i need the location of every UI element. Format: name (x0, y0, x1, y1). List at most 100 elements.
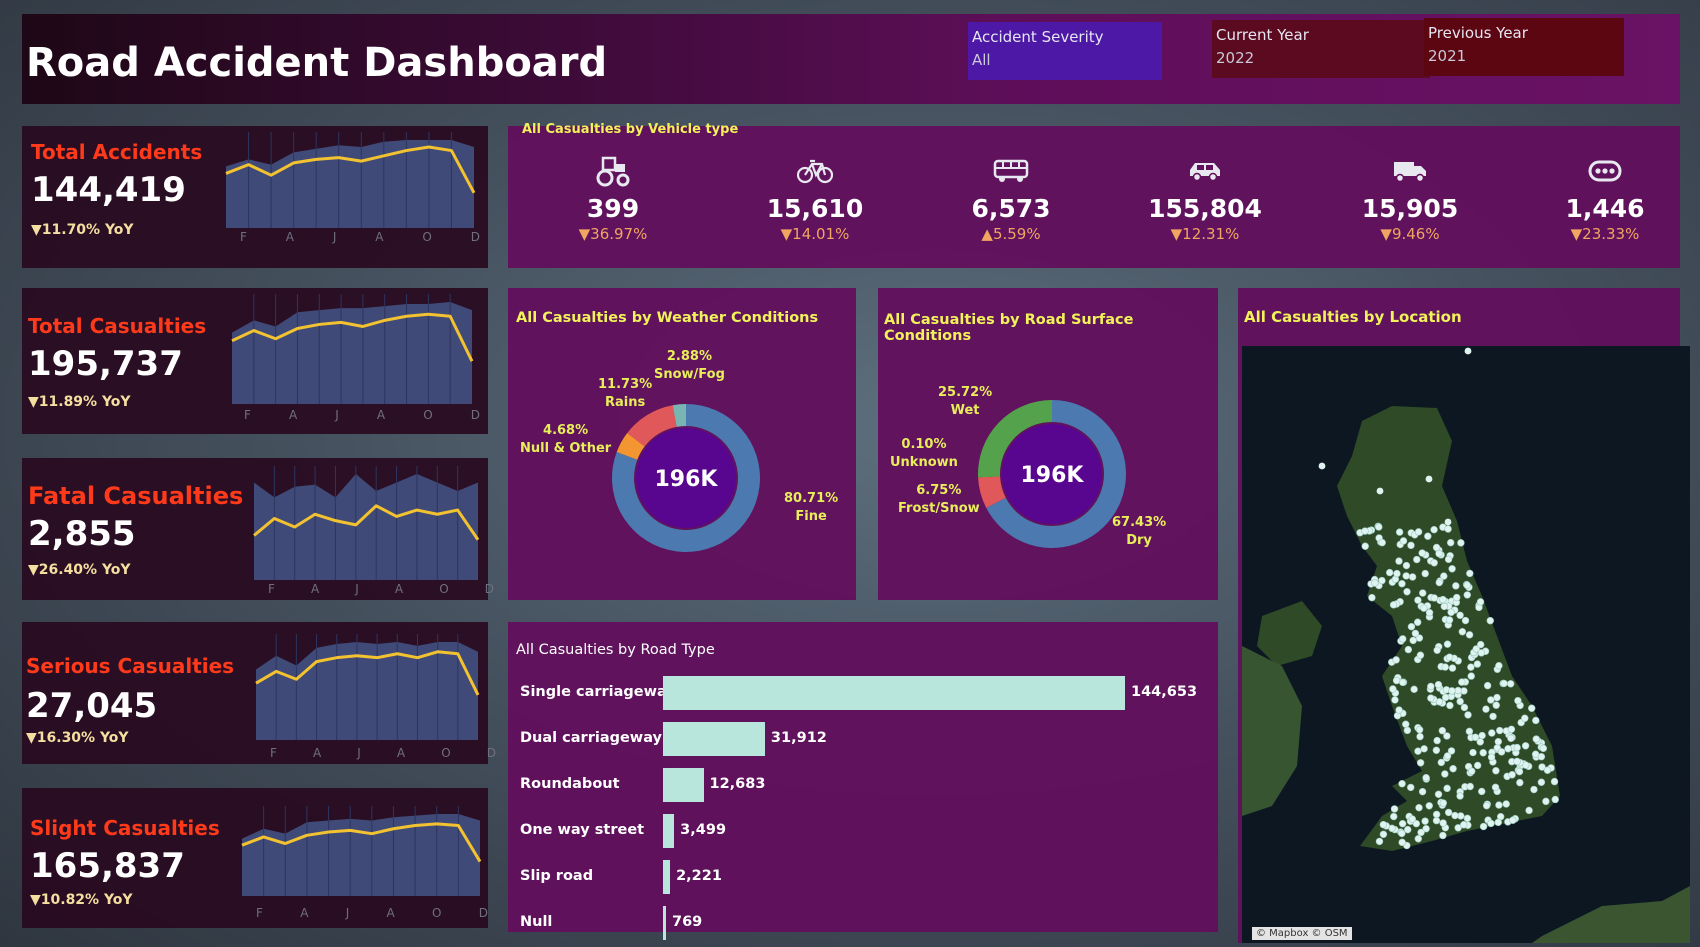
accident-location-point[interactable] (1467, 672, 1475, 680)
accident-location-point[interactable] (1376, 487, 1384, 495)
accident-location-point[interactable] (1448, 687, 1456, 695)
accident-location-point[interactable] (1375, 837, 1384, 846)
accident-location-point[interactable] (1477, 649, 1486, 657)
accident-location-point[interactable] (1482, 705, 1490, 713)
accident-location-point[interactable] (1318, 462, 1326, 470)
accident-location-point[interactable] (1530, 785, 1538, 794)
accident-location-point[interactable] (1457, 539, 1465, 547)
accident-location-point[interactable] (1402, 720, 1410, 728)
accident-location-point[interactable] (1435, 549, 1443, 558)
accident-location-point[interactable] (1482, 801, 1491, 810)
accident-location-point[interactable] (1422, 773, 1430, 782)
accident-location-point[interactable] (1379, 830, 1388, 839)
accident-location-point[interactable] (1416, 651, 1425, 659)
accident-location-point[interactable] (1542, 797, 1550, 806)
accident-location-point[interactable] (1361, 542, 1369, 550)
accident-location-point[interactable] (1398, 678, 1407, 687)
accident-location-point[interactable] (1432, 746, 1441, 754)
accident-location-point[interactable] (1425, 802, 1433, 810)
accident-location-point[interactable] (1446, 538, 1455, 547)
accident-location-point[interactable] (1456, 792, 1464, 800)
accident-location-point[interactable] (1464, 347, 1472, 355)
accident-location-point[interactable] (1433, 646, 1441, 654)
accident-location-point[interactable] (1449, 765, 1457, 773)
accident-location-point[interactable] (1476, 738, 1484, 746)
accident-location-point[interactable] (1468, 767, 1476, 775)
accident-location-point[interactable] (1464, 711, 1472, 719)
road-type-bar[interactable] (663, 722, 765, 756)
accident-location-point[interactable] (1439, 595, 1447, 604)
accident-location-point[interactable] (1392, 656, 1400, 664)
accident-location-point[interactable] (1424, 532, 1432, 540)
current-year-value[interactable]: 2022 (1216, 49, 1426, 67)
severity-filter[interactable]: Accident Severity All (968, 22, 1162, 80)
accident-location-point[interactable] (1425, 608, 1434, 617)
accident-location-point[interactable] (1494, 737, 1503, 746)
kpi-card-slight-casualties[interactable]: Slight Casualties 165,837 ▼10.82% YoY F A… (22, 788, 488, 928)
previous-year-filter[interactable]: Previous Year 2021 (1424, 18, 1624, 76)
accident-location-point[interactable] (1395, 557, 1403, 565)
accident-location-point[interactable] (1407, 783, 1415, 792)
accident-location-point[interactable] (1477, 640, 1485, 649)
accident-location-point[interactable] (1543, 766, 1552, 774)
accident-location-point[interactable] (1483, 681, 1492, 690)
accident-location-point[interactable] (1439, 799, 1447, 807)
accident-location-point[interactable] (1375, 523, 1383, 531)
accident-location-point[interactable] (1507, 734, 1515, 742)
accident-location-point[interactable] (1402, 561, 1411, 570)
accident-location-point[interactable] (1399, 537, 1408, 545)
accident-location-point[interactable] (1420, 604, 1428, 612)
accident-location-point[interactable] (1398, 580, 1406, 588)
accident-location-point[interactable] (1479, 749, 1487, 757)
accident-location-point[interactable] (1368, 593, 1376, 602)
accident-location-point[interactable] (1417, 828, 1425, 837)
accident-location-point[interactable] (1448, 664, 1457, 672)
accident-location-point[interactable] (1466, 782, 1474, 791)
accident-location-point[interactable] (1398, 829, 1406, 838)
accident-location-point[interactable] (1407, 541, 1415, 550)
accident-location-point[interactable] (1476, 598, 1485, 606)
accident-location-point[interactable] (1439, 819, 1447, 827)
accident-location-point[interactable] (1456, 697, 1464, 706)
accident-location-point[interactable] (1390, 812, 1398, 821)
accident-location-point[interactable] (1532, 735, 1540, 743)
current-year-filter[interactable]: Current Year 2022 (1212, 20, 1430, 78)
severity-filter-value[interactable]: All (972, 51, 1158, 69)
accident-location-point[interactable] (1404, 825, 1412, 834)
vehicle-item[interactable]: 155,804 ▼12.31% (1130, 152, 1280, 243)
accident-location-point[interactable] (1403, 726, 1412, 735)
accident-location-point[interactable] (1398, 838, 1406, 847)
accident-location-point[interactable] (1497, 748, 1506, 756)
accident-location-point[interactable] (1408, 573, 1417, 581)
accident-location-point[interactable] (1415, 803, 1423, 812)
accident-location-point[interactable] (1416, 732, 1424, 741)
accident-location-point[interactable] (1463, 581, 1471, 589)
accident-location-point[interactable] (1408, 815, 1417, 823)
accident-location-point[interactable] (1539, 744, 1548, 753)
accident-location-point[interactable] (1473, 660, 1482, 668)
accident-location-point[interactable] (1430, 525, 1438, 534)
accident-location-point[interactable] (1420, 745, 1428, 753)
accident-location-point[interactable] (1443, 640, 1452, 648)
accident-location-point[interactable] (1494, 818, 1502, 827)
accident-location-point[interactable] (1432, 816, 1441, 825)
accident-location-point[interactable] (1421, 569, 1429, 578)
accident-location-point[interactable] (1461, 616, 1470, 625)
accident-location-point[interactable] (1413, 618, 1422, 626)
accident-location-point[interactable] (1478, 731, 1486, 740)
accident-location-point[interactable] (1463, 814, 1472, 823)
accident-location-point[interactable] (1446, 701, 1454, 710)
vehicle-item[interactable]: 15,905 ▼9.46% (1335, 152, 1485, 243)
accident-location-point[interactable] (1473, 761, 1482, 770)
vehicle-item[interactable]: 6,573 ▲5.59% (936, 152, 1086, 243)
accident-location-point[interactable] (1507, 725, 1516, 733)
accident-location-point[interactable] (1402, 572, 1410, 580)
accident-location-point[interactable] (1444, 808, 1453, 817)
vehicle-item[interactable]: 15,610 ▼14.01% (740, 152, 890, 243)
accident-location-point[interactable] (1525, 806, 1533, 815)
accident-location-point[interactable] (1492, 701, 1500, 709)
accident-location-point[interactable] (1444, 518, 1452, 526)
road-type-bar[interactable] (663, 814, 675, 848)
location-map[interactable]: © Mapbox © OSM (1242, 346, 1690, 943)
accident-location-point[interactable] (1469, 748, 1477, 757)
